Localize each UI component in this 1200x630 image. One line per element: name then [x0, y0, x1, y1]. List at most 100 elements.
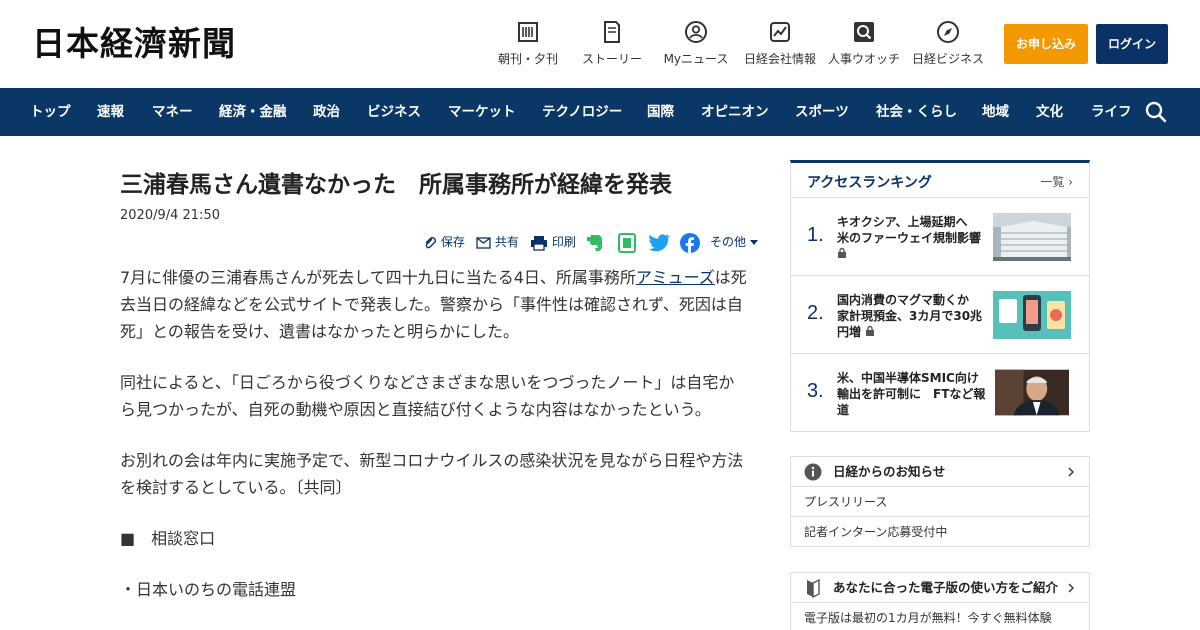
chart-icon — [770, 22, 790, 42]
evernote-icon — [587, 234, 602, 251]
category-life[interactable]: ライフ — [1091, 88, 1132, 136]
ranking-all-link[interactable]: 一覧 › — [1040, 173, 1073, 190]
nav-label: 朝刊・夕刊 — [497, 52, 558, 66]
info-icon — [804, 463, 822, 481]
nav-label: 人事ウオッチ — [827, 52, 900, 66]
category-technology[interactable]: テクノロジー — [542, 88, 622, 136]
note-icon — [618, 232, 636, 253]
compass-icon — [937, 21, 959, 43]
category-top[interactable]: トップ — [30, 88, 71, 136]
nav-label: ストーリー — [581, 52, 642, 66]
ranking-item[interactable]: 1. キオクシア、上場延期へ 米のファーウェイ規制影響 — [791, 197, 1089, 275]
facebook-icon — [680, 232, 700, 253]
login-button[interactable]: ログイン — [1096, 24, 1168, 64]
paperclip-icon — [425, 236, 436, 248]
article-paragraph-1: 7月に俳優の三浦春馬さんが死去して四十九日に当たる4日、所属事務所アミューズは死… — [120, 264, 750, 345]
caret-down-icon — [749, 239, 758, 245]
notices-title: 日経からのお知らせ — [833, 464, 946, 479]
rank-headline: 米、中国半導体SMIC向け輸出を許可制に FTなど報道 — [837, 371, 986, 417]
all-label: 一覧 — [1040, 175, 1065, 189]
nav-my-news[interactable]: Myニュース — [662, 20, 730, 70]
notice-intern[interactable]: 記者インターン応募受付中 — [791, 517, 1089, 547]
category-economy[interactable]: 経済・金融 — [219, 88, 287, 136]
kioxia-building-thumbnail — [993, 213, 1071, 261]
print-button[interactable]: 印刷 — [530, 232, 576, 252]
chevron-right-icon — [1068, 583, 1074, 593]
lock-icon — [838, 247, 846, 258]
lock-icon — [866, 325, 875, 336]
evernote-button[interactable] — [586, 232, 604, 252]
search-person-icon — [854, 22, 874, 42]
rank-headline: キオクシア、上場延期へ 米のファーウェイ規制影響 — [837, 214, 987, 262]
amuse-link[interactable]: アミューズ — [636, 268, 715, 287]
notice-press-release[interactable]: プレスリリース — [791, 487, 1089, 517]
save-label: 保存 — [440, 235, 465, 249]
rank-headline: 国内消費のマグマ動くか 家計現預金、3カ月で30兆円増 — [837, 292, 987, 340]
article-paragraph-4: ■ 相談窓口 — [120, 529, 216, 548]
chevron-right-icon — [1068, 467, 1074, 477]
guide-header[interactable]: あなたに合った電子版の使い方をご紹介 — [791, 573, 1089, 603]
nav-label: 日経ビジネス — [911, 52, 984, 66]
access-ranking: アクセスランキング 一覧 › 1. キオクシア、上場延期へ 米のファーウェイ規制… — [790, 160, 1090, 432]
official-portrait-thumbnail — [995, 369, 1069, 416]
nav-company-info[interactable]: 日経会社情報 — [742, 20, 818, 70]
print-label: 印刷 — [551, 235, 576, 249]
ranking-item[interactable]: 2. 国内消費のマグマ動くか 家計現預金、3カ月で30兆円増 — [791, 275, 1089, 353]
category-breaking[interactable]: 速報 — [97, 88, 124, 136]
notices-header[interactable]: 日経からのお知らせ — [791, 457, 1089, 487]
search-icon[interactable] — [1144, 100, 1168, 124]
nikkei-notices: 日経からのお知らせ プレスリリース 記者インターン応募受付中 — [790, 456, 1090, 547]
note-button[interactable] — [618, 232, 636, 253]
nikkei-logo[interactable]: 日本経濟新聞 — [32, 24, 236, 64]
paragraph-text: 7月に俳優の三浦春馬さんが死去して四十九日に当たる4日、所属事務所 — [120, 268, 636, 287]
article-date: 2020/9/4 21:50 — [120, 208, 220, 223]
category-culture[interactable]: 文化 — [1036, 88, 1063, 136]
nav-label: 日経会社情報 — [743, 52, 816, 66]
nav-label: Myニュース — [663, 52, 729, 66]
ranking-item[interactable]: 3. 米、中国半導体SMIC向け輸出を許可制に FTなど報道 — [791, 353, 1089, 431]
nav-print-edition[interactable]: 朝刊・夕刊 — [496, 20, 560, 70]
rank-number: 2. — [807, 302, 824, 324]
guide-title: あなたに合った電子版の使い方をご紹介 — [833, 580, 1059, 595]
nav-story[interactable]: ストーリー — [580, 20, 644, 70]
digital-guide: あなたに合った電子版の使い方をご紹介 電子版は最初の1カ月が無料！今すぐ無料体験 — [790, 572, 1090, 630]
article-paragraph-5: ・日本いのちの電話連盟 — [120, 580, 297, 599]
headline-text: キオクシア、上場延期へ 米のファーウェイ規制影響 — [837, 215, 982, 245]
category-sports[interactable]: スポーツ — [795, 88, 849, 136]
facebook-button[interactable] — [680, 232, 700, 253]
rank-number: 1. — [807, 224, 824, 246]
apply-button[interactable]: お申し込み — [1004, 24, 1088, 64]
category-business[interactable]: ビジネス — [367, 88, 421, 136]
article-paragraph-3: お別れの会は年内に実施予定で、新型コロナウイルスの感染状況を見ながら日程や方法を… — [120, 451, 744, 497]
mail-icon — [476, 236, 491, 249]
category-international[interactable]: 国際 — [647, 88, 674, 136]
site-header: 日本経濟新聞 朝刊・夕刊 ストーリー Myニュース 日経会社情報 人事ウオッチ … — [0, 0, 1200, 88]
category-society[interactable]: 社会・くらし — [876, 88, 957, 136]
rank-number: 3. — [807, 380, 824, 402]
article-paragraph-2: 同社によると、「日ごろから役づくりなどさまざまな思いをつづったノート」は自宅から… — [120, 373, 735, 419]
printer-icon — [531, 235, 547, 251]
user-icon — [685, 21, 707, 43]
share-label: 共有 — [494, 235, 519, 249]
consumer-illustration-thumbnail — [993, 291, 1071, 339]
category-nav: トップ 速報 マネー 経済・金融 政治 ビジネス マーケット テクノロジー 国際… — [0, 88, 1200, 136]
category-market[interactable]: マーケット — [448, 88, 516, 136]
more-share-button[interactable]: その他 — [710, 232, 758, 252]
story-icon — [604, 21, 620, 43]
twitter-button[interactable] — [649, 232, 670, 252]
chevron-right-icon: › — [1068, 175, 1073, 189]
category-politics[interactable]: 政治 — [313, 88, 340, 136]
twitter-icon — [649, 233, 670, 251]
guide-free-trial[interactable]: 電子版は最初の1カ月が無料！今すぐ無料体験 — [791, 603, 1089, 630]
category-opinion[interactable]: オピニオン — [701, 88, 769, 136]
headline-text: 国内消費のマグマ動くか 家計現預金、3カ月で30兆円増 — [837, 293, 983, 339]
category-region[interactable]: 地域 — [982, 88, 1009, 136]
category-money[interactable]: マネー — [152, 88, 193, 136]
ranking-title: アクセスランキング — [807, 175, 932, 191]
nav-nikkei-business[interactable]: 日経ビジネス — [910, 20, 986, 70]
nav-personnel-watch[interactable]: 人事ウオッチ — [826, 20, 902, 70]
more-label: その他 — [710, 235, 747, 249]
save-button[interactable]: 保存 — [423, 232, 465, 252]
book-icon — [807, 578, 820, 598]
share-button[interactable]: 共有 — [476, 232, 519, 252]
